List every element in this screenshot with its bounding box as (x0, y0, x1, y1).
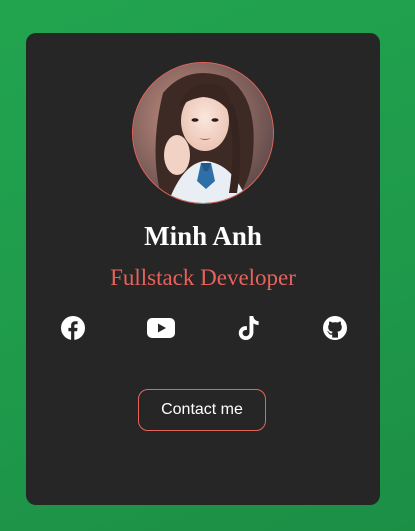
facebook-link[interactable] (58, 313, 88, 343)
youtube-icon (147, 318, 175, 338)
facebook-icon (61, 316, 85, 340)
social-links (26, 313, 380, 343)
youtube-link[interactable] (146, 313, 176, 343)
profile-name: Minh Anh (144, 221, 262, 251)
avatar-photo (133, 63, 273, 203)
profile-role: Fullstack Developer (110, 265, 296, 290)
tiktok-icon (238, 316, 259, 340)
contact-button[interactable]: Contact me (138, 389, 266, 431)
tiktok-link[interactable] (234, 313, 264, 343)
profile-card: Minh Anh Fullstack Developer Contact me (26, 33, 380, 505)
avatar (132, 62, 274, 204)
github-icon (323, 316, 347, 340)
github-link[interactable] (320, 313, 350, 343)
